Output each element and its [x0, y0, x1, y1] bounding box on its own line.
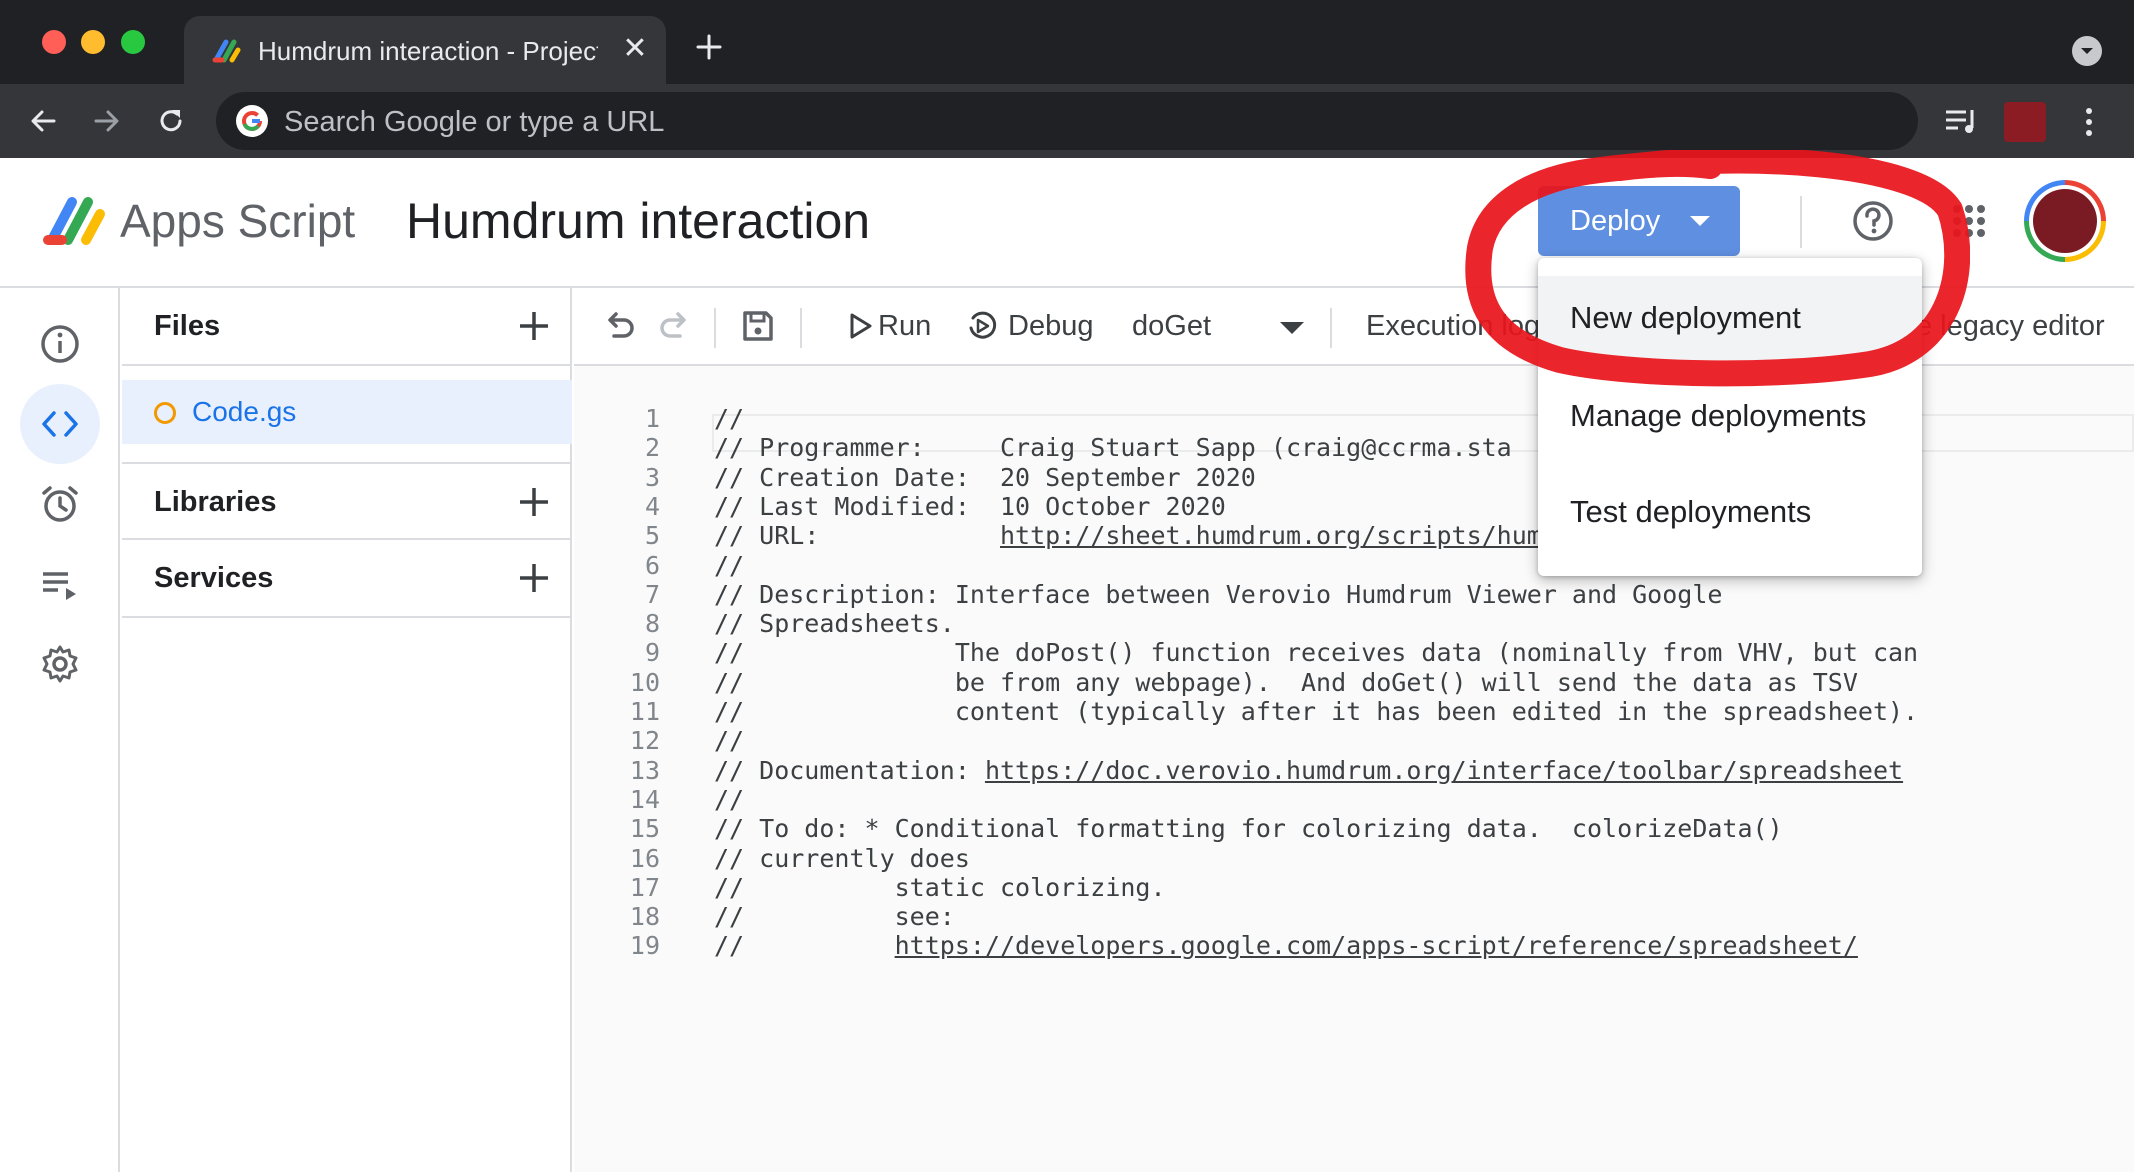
toolbar-divider: [800, 308, 802, 348]
apps-script-logo-icon: [43, 197, 105, 245]
browser-tab[interactable]: Humdrum interaction - Project ✕: [184, 16, 666, 84]
rail-item-editor[interactable]: [20, 384, 100, 464]
omnibox[interactable]: Search Google or type a URL: [216, 92, 1918, 150]
help-icon[interactable]: [1852, 200, 1894, 242]
deploy-menu: New deployment Manage deployments Test d…: [1538, 258, 1922, 576]
close-window-button[interactable]: [42, 30, 66, 54]
back-icon[interactable]: [26, 104, 60, 138]
add-file-icon[interactable]: [516, 308, 552, 344]
libraries-section: Libraries: [122, 462, 572, 540]
menu-item-test-deployments[interactable]: Test deployments: [1538, 470, 1922, 554]
save-icon[interactable]: [740, 308, 776, 344]
code-link[interactable]: https://developers.google.com/apps-scrip…: [895, 931, 1858, 960]
tab-close-icon[interactable]: ✕: [620, 34, 650, 64]
deploy-button[interactable]: Deploy: [1538, 186, 1740, 256]
services-label: Services: [154, 562, 274, 594]
libraries-label: Libraries: [154, 486, 277, 518]
file-name: Code.gs: [192, 396, 297, 427]
settings-icon: [42, 645, 78, 683]
debug-button[interactable]: Debug: [1008, 310, 1093, 343]
minimize-window-button[interactable]: [81, 30, 105, 54]
tab-title: Humdrum interaction - Project: [258, 36, 598, 66]
alarm-icon: [42, 486, 78, 522]
rail-item-settings[interactable]: [20, 624, 100, 704]
apps-script-favicon-icon: [212, 39, 241, 63]
omnibox-placeholder: Search Google or type a URL: [284, 106, 665, 138]
files-label: Files: [154, 310, 221, 342]
code-line[interactable]: 19 // https://developers.google.com/apps-…: [574, 926, 2134, 966]
avatar: [2033, 189, 2097, 253]
maximize-window-button[interactable]: [121, 30, 145, 54]
google-apps-icon[interactable]: [1952, 204, 1986, 238]
left-rail: [0, 288, 120, 1172]
redo-icon[interactable]: [656, 308, 692, 344]
header-divider: [1800, 196, 1802, 248]
unsaved-indicator-icon: [154, 402, 176, 424]
rail-item-triggers[interactable]: [20, 464, 100, 544]
add-service-icon[interactable]: [516, 560, 552, 596]
app-name[interactable]: Apps Script: [120, 194, 355, 248]
toolbar-divider: [714, 308, 716, 348]
profile-avatar[interactable]: [2024, 180, 2106, 262]
debug-icon[interactable]: [964, 308, 1000, 344]
menu-item-label: Manage deployments: [1570, 398, 1867, 433]
deploy-button-label: Deploy: [1570, 205, 1661, 237]
tab-search-icon[interactable]: [2072, 36, 2102, 66]
menu-item-new-deployment[interactable]: New deployment: [1538, 276, 1922, 360]
google-icon: [236, 105, 268, 137]
code-text: // https://developers.google.com/apps-sc…: [714, 931, 1858, 961]
line-number: 19: [629, 931, 660, 961]
legacy-editor-link[interactable]: e legacy editor: [1916, 310, 2105, 343]
add-library-icon[interactable]: [516, 484, 552, 520]
rail-item-overview[interactable]: [20, 304, 100, 384]
info-icon: [41, 325, 79, 363]
menu-item-label: New deployment: [1570, 300, 1801, 335]
undo-icon[interactable]: [602, 308, 638, 344]
function-select-chevron-icon[interactable]: [1280, 322, 1304, 334]
menu-item-label: Test deployments: [1570, 494, 1812, 529]
chevron-down-icon: [1690, 216, 1710, 226]
files-panel: Files Code.gs Libraries Services: [122, 288, 572, 1172]
execution-log-button[interactable]: Execution log: [1366, 310, 1540, 343]
rail-item-executions[interactable]: [20, 544, 100, 624]
executions-icon: [43, 572, 76, 600]
files-section-header: Files: [122, 288, 572, 366]
code-icon: [42, 411, 78, 437]
profile-ring: [2029, 185, 2101, 257]
project-title[interactable]: Humdrum interaction: [406, 192, 870, 250]
media-control-icon[interactable]: [1944, 104, 1980, 138]
services-section: Services: [122, 540, 572, 618]
browser-tab-bar: Humdrum interaction - Project ✕: [0, 0, 2134, 84]
file-item-code-gs[interactable]: Code.gs: [122, 380, 572, 444]
run-button[interactable]: Run: [878, 310, 931, 343]
browser-toolbar: Search Google or type a URL: [0, 84, 2134, 158]
toolbar-divider: [1330, 308, 1332, 348]
forward-icon[interactable]: [90, 104, 124, 138]
menu-item-manage-deployments[interactable]: Manage deployments: [1538, 374, 1922, 458]
more-vert-icon[interactable]: [2078, 102, 2100, 142]
reload-icon[interactable]: [154, 104, 188, 138]
run-icon[interactable]: [842, 308, 878, 344]
extension-avatar[interactable]: [2004, 102, 2046, 142]
new-tab-icon[interactable]: [692, 30, 726, 64]
function-select[interactable]: doGet: [1132, 310, 1211, 343]
